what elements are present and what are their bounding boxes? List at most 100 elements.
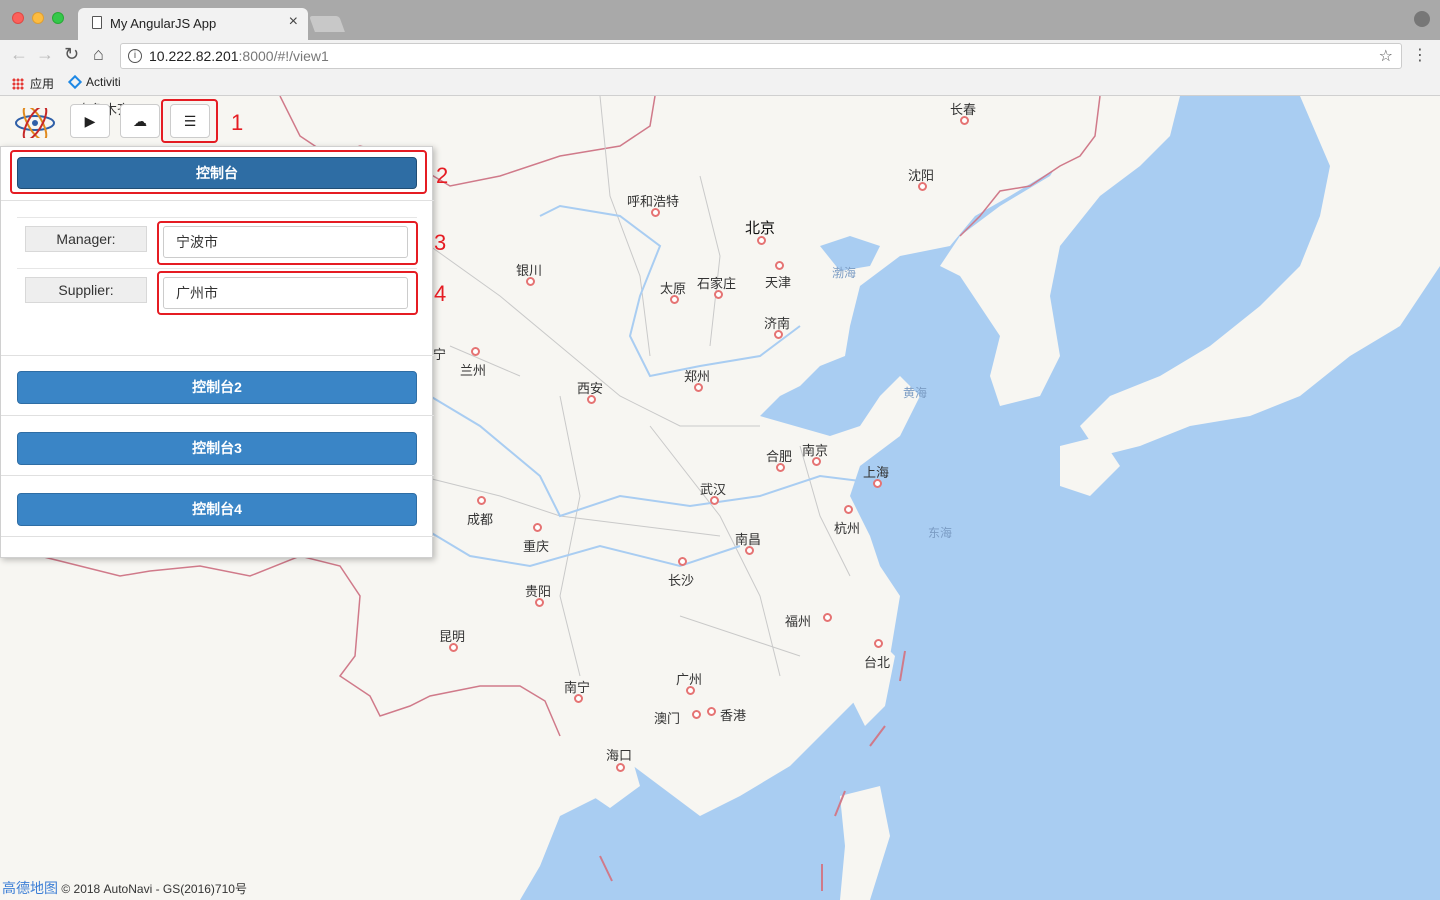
city-label: 台北 <box>864 655 891 670</box>
city-label: 长春 <box>950 102 977 117</box>
city-label: 上海 <box>863 465 890 480</box>
annotation-number: 2 <box>436 163 449 188</box>
divider <box>1 355 434 356</box>
console-3-button[interactable]: 控制台3 <box>17 432 417 465</box>
divider <box>1 475 434 476</box>
divider <box>1 415 434 416</box>
map-attribution: 高德地图 © 2018 AutoNavi - GS(2016)710号 <box>2 878 247 898</box>
city-marker[interactable] <box>678 557 687 566</box>
supplier-label: Supplier: <box>25 277 147 303</box>
city-label: 长沙 <box>668 573 695 588</box>
minimize-window-button[interactable] <box>32 12 44 24</box>
city-label: 南京 <box>802 443 829 458</box>
city-marker[interactable] <box>775 261 784 270</box>
home-icon[interactable]: ⌂ <box>93 44 104 65</box>
city-label: 南宁 <box>564 680 591 695</box>
city-label: 海口 <box>606 748 633 763</box>
console-4-button[interactable]: 控制台4 <box>17 493 417 526</box>
city-label: 澳门 <box>654 711 681 726</box>
profile-icon[interactable] <box>1414 11 1430 27</box>
attribution-text: © 2018 AutoNavi - GS(2016)710号 <box>61 882 247 896</box>
city-label: 石家庄 <box>697 276 737 291</box>
bookmark-label: Activiti <box>86 75 121 89</box>
divider <box>1 536 434 537</box>
maximize-window-button[interactable] <box>52 12 64 24</box>
city-label: 天津 <box>765 275 792 290</box>
play-icon: ▶ <box>84 113 96 129</box>
city-label: 杭州 <box>834 521 861 536</box>
bookmark-apps[interactable]: 应用 <box>12 75 54 92</box>
divider <box>17 217 417 218</box>
city-label: 北京 <box>745 220 776 237</box>
city-label: 广州 <box>676 672 703 687</box>
bookmark-label: 应用 <box>30 77 55 91</box>
url-text: 10.222.82.201:8000/#!/view1 <box>149 48 329 64</box>
address-bar[interactable]: i 10.222.82.201:8000/#!/view1 ☆ <box>120 43 1402 69</box>
upload-button[interactable]: ☁ <box>120 104 160 138</box>
close-window-button[interactable] <box>12 12 24 24</box>
play-button[interactable]: ▶ <box>70 104 110 138</box>
city-marker[interactable] <box>823 613 832 622</box>
browser-toolbar: ← → ↻ ⌂ i 10.222.82.201:8000/#!/view1 ☆ … <box>0 40 1440 70</box>
sea-label: 黄海 <box>903 386 928 400</box>
bookmark-star-icon[interactable]: ☆ <box>1379 46 1393 66</box>
city-label: 济南 <box>764 316 791 331</box>
divider <box>1 200 434 201</box>
highlight-box-4 <box>157 271 418 315</box>
tab-title: My AngularJS App <box>110 16 217 31</box>
bookmark-activiti[interactable]: Activiti <box>67 74 121 90</box>
city-label: 福州 <box>785 614 812 629</box>
city-marker[interactable] <box>471 347 480 356</box>
city-label: 郑州 <box>684 369 711 384</box>
forward-arrow-icon[interactable]: → <box>36 44 54 65</box>
city-label: 太原 <box>660 281 687 296</box>
city-label: 贵阳 <box>525 584 552 599</box>
city-label: 兰州 <box>460 363 487 378</box>
manager-label: Manager: <box>25 226 147 252</box>
reload-icon[interactable]: ↻ <box>64 44 79 65</box>
highlight-box-2 <box>10 150 427 194</box>
city-label: 沈阳 <box>908 168 935 183</box>
highlight-box-3 <box>157 221 418 265</box>
city-marker[interactable] <box>844 505 853 514</box>
city-label: 西安 <box>577 381 604 396</box>
info-icon[interactable]: i <box>128 49 142 63</box>
city-marker[interactable] <box>692 710 701 719</box>
city-label: 香港 <box>720 708 747 723</box>
annotation-number: 3 <box>434 230 447 255</box>
city-marker[interactable] <box>533 523 542 532</box>
app-logo-icon <box>15 108 55 138</box>
sea-label: 东海 <box>928 526 953 540</box>
browser-titlebar: My AngularJS App × <box>0 0 1440 40</box>
city-label: 武汉 <box>700 482 727 497</box>
city-marker[interactable] <box>477 496 486 505</box>
divider <box>17 268 417 269</box>
city-label: 重庆 <box>523 539 550 554</box>
browser-tab[interactable]: My AngularJS App × <box>78 8 308 40</box>
city-marker[interactable] <box>707 707 716 716</box>
back-arrow-icon[interactable]: ← <box>10 44 28 65</box>
city-label: 呼和浩特 <box>627 194 680 209</box>
document-icon <box>92 16 102 29</box>
url-path: :8000/#!/view1 <box>238 48 329 64</box>
tab-close-icon[interactable]: × <box>289 13 298 31</box>
new-tab-button[interactable] <box>309 16 345 32</box>
annotation-number: 1 <box>231 110 244 135</box>
city-label: 南昌 <box>735 532 762 547</box>
sea-label: 渤海 <box>832 266 857 280</box>
console-panel: 控制台 Manager: 宁波市 Supplier: 广州市 控制台2 控制台3… <box>0 146 434 558</box>
city-label: 合肥 <box>766 449 793 464</box>
amap-logo[interactable]: 高德地图 <box>2 880 58 896</box>
city-label: 成都 <box>467 512 494 527</box>
console-2-button[interactable]: 控制台2 <box>17 371 417 404</box>
highlight-box-1 <box>161 99 218 143</box>
city-label: 银川 <box>516 263 543 278</box>
activiti-icon <box>67 74 83 90</box>
upload-cloud-icon: ☁ <box>133 113 147 129</box>
browser-menu-icon[interactable]: ⋮ <box>1412 45 1428 65</box>
city-marker[interactable] <box>616 763 625 772</box>
bookmarks-bar: 应用 Activiti <box>0 70 1440 96</box>
city-marker[interactable] <box>874 639 883 648</box>
url-host: 10.222.82.201 <box>149 48 239 64</box>
city-label: 昆明 <box>439 629 466 644</box>
